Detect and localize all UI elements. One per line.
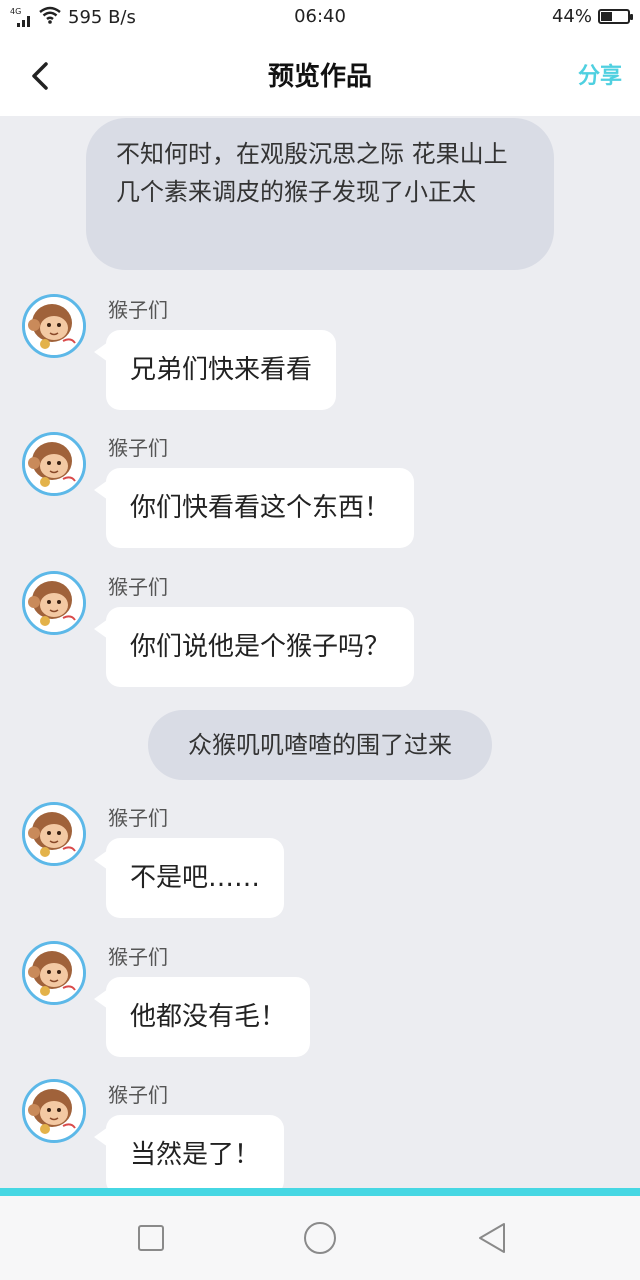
narration-bubble: 众猴叽叽喳喳的围了过来 [148, 710, 492, 780]
avatar[interactable] [22, 294, 86, 358]
avatar[interactable] [22, 802, 86, 866]
message-bubble[interactable]: 他都没有毛！ [106, 977, 311, 1057]
monkey-avatar-icon [25, 435, 83, 493]
square-icon [132, 1225, 172, 1262]
sender-name: 猴子们 [108, 298, 168, 322]
chat-area[interactable]: 不知何时，在观殷沉思之际 花果山上几个素来调皮的猴子发现了小正太 猴子们 兄弟们… [0, 116, 640, 1190]
battery-icon [598, 9, 633, 24]
message-bubble[interactable]: 当然是了！ [106, 1115, 285, 1190]
page-title: 预览作品 [267, 62, 372, 92]
monkey-avatar-icon [25, 805, 83, 863]
triangle-back-icon [474, 1223, 514, 1262]
status-time: 06:40 [294, 6, 346, 27]
status-right: 44% [551, 6, 633, 27]
app-screen: 4G 595 B/s 06:40 44% 预览作品 分享 不知何时，在观殷沉思之… [0, 0, 640, 1280]
chat-message: 猴子们 不是吧…… [0, 802, 640, 932]
chat-message: 猴子们 你们快看看这个东西！ [0, 432, 640, 562]
nav-header: 预览作品 分享 [0, 34, 640, 116]
recent-apps-button[interactable] [132, 1218, 172, 1258]
sender-name: 猴子们 [108, 806, 168, 830]
sender-name: 猴子们 [108, 436, 168, 460]
message-bubble[interactable]: 你们说他是个猴子吗？ [106, 607, 415, 687]
narration-bubble: 不知何时，在观殷沉思之际 花果山上几个素来调皮的猴子发现了小正太 [86, 118, 554, 270]
sender-name: 猴子们 [108, 1083, 168, 1107]
system-nav-bar [0, 1196, 640, 1280]
share-button[interactable]: 分享 [578, 58, 622, 90]
message-bubble[interactable]: 你们快看看这个东西！ [106, 468, 415, 548]
back-nav-button[interactable] [474, 1218, 514, 1258]
home-button[interactable] [300, 1218, 340, 1258]
sender-name: 猴子们 [108, 575, 168, 599]
monkey-avatar-icon [25, 574, 83, 632]
monkey-avatar-icon [25, 297, 83, 355]
avatar[interactable] [22, 941, 86, 1005]
avatar[interactable] [22, 432, 86, 496]
avatar[interactable] [22, 571, 86, 635]
battery-fill [601, 12, 612, 21]
sender-name: 猴子们 [108, 945, 168, 969]
chat-message: 猴子们 当然是了！ [0, 1079, 640, 1190]
chat-message: 猴子们 兄弟们快来看看 [0, 294, 640, 424]
battery-percent: 44% [551, 6, 592, 27]
message-bubble[interactable]: 兄弟们快来看看 [106, 330, 337, 410]
message-bubble[interactable]: 不是吧…… [106, 838, 285, 918]
monkey-avatar-icon [25, 944, 83, 1002]
status-bar: 4G 595 B/s 06:40 44% [0, 0, 640, 34]
avatar[interactable] [22, 1079, 86, 1143]
chat-message: 猴子们 你们说他是个猴子吗？ [0, 571, 640, 701]
circle-icon [300, 1222, 340, 1262]
chat-message: 猴子们 他都没有毛！ [0, 941, 640, 1071]
progress-line [0, 1188, 640, 1196]
monkey-avatar-icon [25, 1082, 83, 1140]
